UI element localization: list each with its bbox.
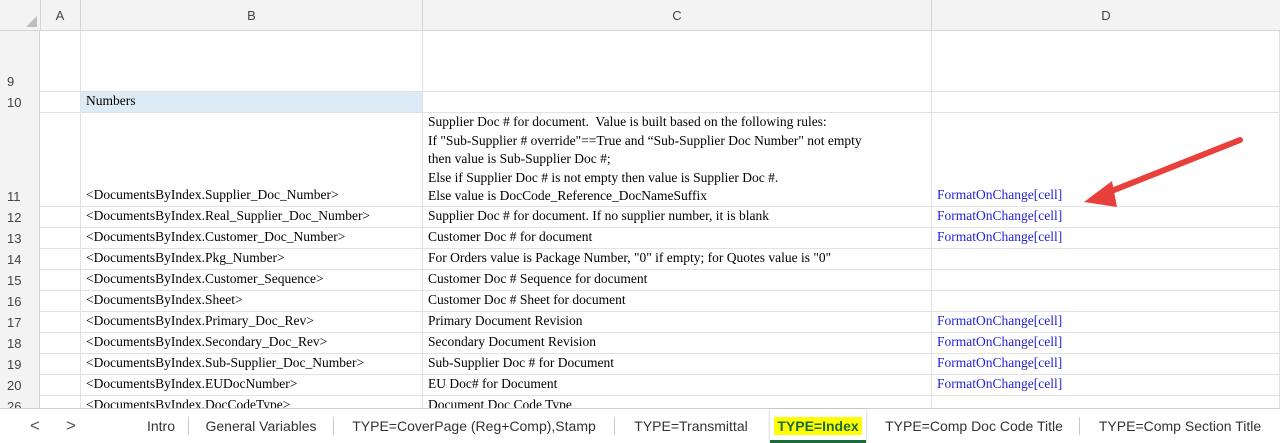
sheet-tab-label: TYPE=Transmittal <box>634 418 748 434</box>
cell-a[interactable] <box>40 92 81 113</box>
grid-row: 9 <box>0 31 1280 92</box>
cell-d[interactable] <box>932 291 1280 312</box>
row-number[interactable]: 18 <box>0 333 40 354</box>
sheet-tab-transmittal[interactable]: TYPE=Transmittal <box>615 409 767 443</box>
cell-b[interactable]: <DocumentsByIndex.EUDocNumber> <box>81 375 423 396</box>
sheet-tab-label: TYPE=Comp Section Title <box>1098 418 1262 434</box>
cell-a[interactable] <box>40 312 81 333</box>
section-header-cell[interactable]: Numbers <box>81 92 423 113</box>
cell-b[interactable]: <DocumentsByIndex.Sub-Supplier_Doc_Numbe… <box>81 354 423 375</box>
cell-b[interactable]: <DocumentsByIndex.Sheet> <box>81 291 423 312</box>
row-number[interactable]: 9 <box>0 31 40 92</box>
grid-row: 17 <DocumentsByIndex.Primary_Doc_Rev> Pr… <box>0 312 1280 333</box>
grid-row: 16 <DocumentsByIndex.Sheet> Customer Doc… <box>0 291 1280 312</box>
cell-d[interactable] <box>932 31 1280 92</box>
row-number[interactable]: 11 <box>0 113 40 207</box>
column-header-c[interactable]: C <box>423 0 932 30</box>
sheet-tab-comp-section-title[interactable]: TYPE=Comp Section Title <box>1080 409 1280 443</box>
cell-a[interactable] <box>40 207 81 228</box>
cell-d[interactable]: FormatOnChange[cell] <box>932 312 1280 333</box>
column-header-b[interactable]: B <box>81 0 423 30</box>
grid-row: 14 <DocumentsByIndex.Pkg_Number> For Ord… <box>0 249 1280 270</box>
grid-row: 11 <DocumentsByIndex.Supplier_Doc_Number… <box>0 113 1280 207</box>
cell-a[interactable] <box>40 249 81 270</box>
grid-row: 19 <DocumentsByIndex.Sub-Supplier_Doc_Nu… <box>0 354 1280 375</box>
cell-c[interactable] <box>423 31 932 92</box>
sheet-tab-intro[interactable]: Intro <box>134 409 188 443</box>
cell-b[interactable]: <DocumentsByIndex.Customer_Doc_Number> <box>81 228 423 249</box>
cell-c[interactable]: For Orders value is Package Number, "0" … <box>423 249 932 270</box>
cell-c[interactable]: Sub-Supplier Doc # for Document <box>423 354 932 375</box>
row-number[interactable]: 20 <box>0 375 40 396</box>
row-number[interactable]: 15 <box>0 270 40 291</box>
cell-b[interactable]: <DocumentsByIndex.Customer_Sequence> <box>81 270 423 291</box>
cell-a[interactable] <box>40 228 81 249</box>
cell-d[interactable]: FormatOnChange[cell] <box>932 333 1280 354</box>
row-number[interactable]: 12 <box>0 207 40 228</box>
cell-b[interactable] <box>81 31 423 92</box>
column-header-a[interactable]: A <box>40 0 81 30</box>
cell-d[interactable]: FormatOnChange[cell] <box>932 375 1280 396</box>
grid-row: 13 <DocumentsByIndex.Customer_Doc_Number… <box>0 228 1280 249</box>
cell-c[interactable]: EU Doc# for Document <box>423 375 932 396</box>
grid-row: 15 <DocumentsByIndex.Customer_Sequence> … <box>0 270 1280 291</box>
cell-a[interactable] <box>40 375 81 396</box>
sheet-tab-label: General Variables <box>205 418 317 434</box>
grid-row: 10 Numbers <box>0 92 1280 113</box>
cell-d[interactable]: FormatOnChange[cell] <box>932 354 1280 375</box>
cell-c[interactable]: Customer Doc # Sequence for document <box>423 270 932 291</box>
cell-a[interactable] <box>40 270 81 291</box>
cell-a[interactable] <box>40 333 81 354</box>
grid-row: 20 <DocumentsByIndex.EUDocNumber> EU Doc… <box>0 375 1280 396</box>
cell-d[interactable]: FormatOnChange[cell] <box>932 228 1280 249</box>
cell-c[interactable]: Customer Doc # for document <box>423 228 932 249</box>
cell-d[interactable] <box>932 92 1280 113</box>
cell-c[interactable]: Secondary Document Revision <box>423 333 932 354</box>
scroll-tabs-right-button[interactable]: > <box>66 417 76 435</box>
cell-a[interactable] <box>40 354 81 375</box>
row-number[interactable]: 13 <box>0 228 40 249</box>
cell-c[interactable]: Customer Doc # Sheet for document <box>423 291 932 312</box>
cell-b[interactable]: <DocumentsByIndex.Pkg_Number> <box>81 249 423 270</box>
cell-c[interactable]: Primary Document Revision <box>423 312 932 333</box>
row-number[interactable]: 16 <box>0 291 40 312</box>
row-number[interactable]: 10 <box>0 92 40 113</box>
row-number[interactable]: 14 <box>0 249 40 270</box>
sheet-tab-label: TYPE=CoverPage (Reg+Comp),Stamp <box>352 418 596 434</box>
sheet-tab-label: TYPE=Index <box>774 417 862 435</box>
select-all-triangle-icon <box>26 16 37 27</box>
scroll-tabs-left-button[interactable]: < <box>30 417 40 435</box>
cell-a[interactable] <box>40 113 81 207</box>
cell-b[interactable]: <DocumentsByIndex.Primary_Doc_Rev> <box>81 312 423 333</box>
cell-d[interactable]: FormatOnChange[cell] <box>932 113 1280 207</box>
row-number[interactable]: 17 <box>0 312 40 333</box>
cell-c[interactable] <box>423 92 932 113</box>
sheet-tab-index-active[interactable]: TYPE=Index <box>770 409 866 443</box>
cell-b[interactable]: <DocumentsByIndex.Supplier_Doc_Number> <box>81 113 423 207</box>
sheet-tab-coverpage[interactable]: TYPE=CoverPage (Reg+Comp),Stamp <box>334 409 614 443</box>
sheet-tab-label: Intro <box>146 418 175 434</box>
grid-row: 18 <DocumentsByIndex.Secondary_Doc_Rev> … <box>0 333 1280 354</box>
column-header-d[interactable]: D <box>932 0 1280 30</box>
select-all-corner[interactable] <box>0 0 41 30</box>
cell-d[interactable] <box>932 249 1280 270</box>
sheet-tab-comp-doc-code-title[interactable]: TYPE=Comp Doc Code Title <box>869 409 1079 443</box>
grid-row: 12 <DocumentsByIndex.Real_Supplier_Doc_N… <box>0 207 1280 228</box>
cell-a[interactable] <box>40 291 81 312</box>
sheet-tab-bar: < > Intro General Variables TYPE=CoverPa… <box>0 408 1280 443</box>
cell-d[interactable]: FormatOnChange[cell] <box>932 207 1280 228</box>
cell-a[interactable] <box>40 31 81 92</box>
cell-c[interactable]: Supplier Doc # for document. If no suppl… <box>423 207 932 228</box>
sheet-tab-general-variables[interactable]: General Variables <box>189 409 333 443</box>
cell-d[interactable] <box>932 270 1280 291</box>
cell-b[interactable]: <DocumentsByIndex.Real_Supplier_Doc_Numb… <box>81 207 423 228</box>
sheet-tab-label: TYPE=Comp Doc Code Title <box>885 418 1063 434</box>
cell-b[interactable]: <DocumentsByIndex.Secondary_Doc_Rev> <box>81 333 423 354</box>
cell-c[interactable]: Supplier Doc # for document. Value is bu… <box>423 113 932 207</box>
column-header-bar: A B C D <box>0 0 1280 31</box>
row-number[interactable]: 19 <box>0 354 40 375</box>
